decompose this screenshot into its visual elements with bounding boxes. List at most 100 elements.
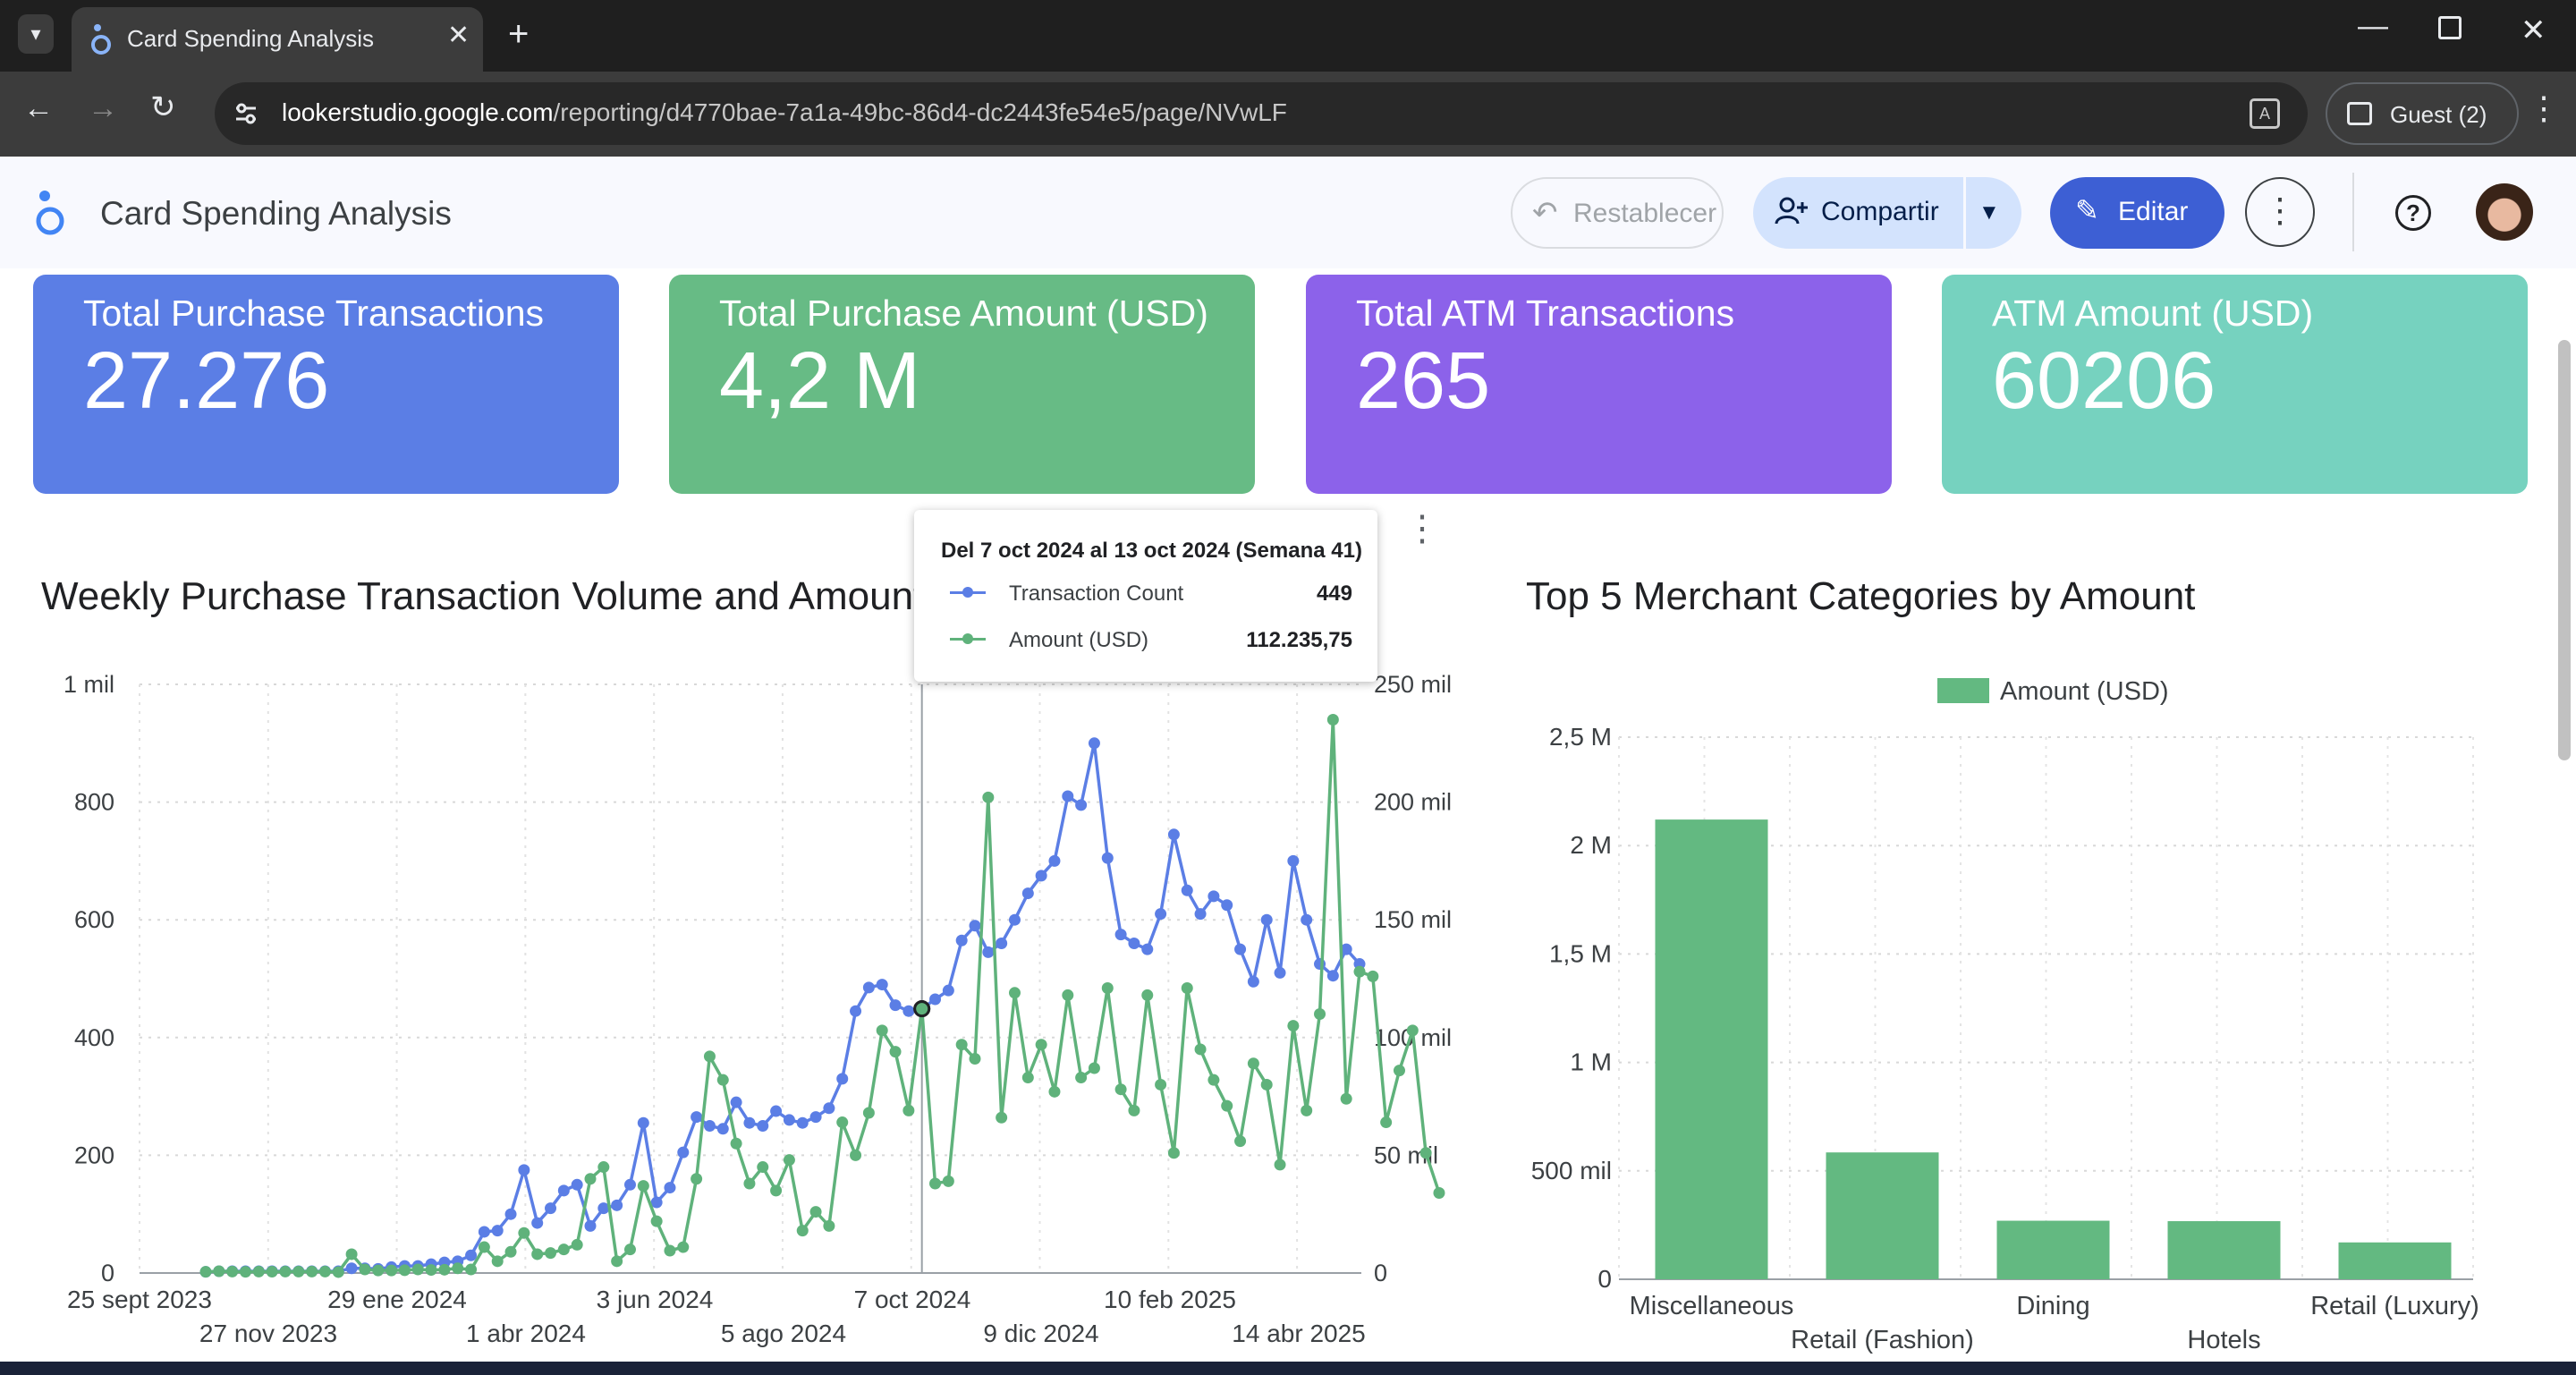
data-point [770,1184,783,1197]
data-point [1247,1057,1259,1070]
data-point [531,1217,544,1229]
tooltip-row-value: 449 [1316,581,1352,606]
data-point [703,1120,716,1132]
more-options-icon[interactable]: ⋮ [2245,177,2315,247]
x-tick-label: 10 feb 2025 [1104,1286,1236,1313]
data-point [1419,1147,1432,1159]
y-tick-label: 0 [1597,1265,1612,1293]
forward-icon[interactable]: → [88,91,118,126]
y-tick-label-left: 400 [74,1024,114,1051]
data-point [836,1116,849,1129]
data-point [902,1104,915,1116]
share-dropdown-button[interactable]: ▼ [1966,177,2021,249]
close-tab-icon[interactable]: ✕ [447,20,470,51]
weekly-line-chart[interactable]: 0 0200 50 mil400 100 mil600 150 mil800 200 mi… [0,662,1503,1360]
y-tick-label-right: 150 mil [1374,906,1452,933]
data-point [1260,913,1273,926]
chart-options-icon[interactable]: ⋮ [1404,508,1440,549]
kpi-card-purchase-transactions[interactable]: Total Purchase Transactions 27.276 [33,275,619,494]
data-point [862,1107,875,1119]
translate-icon[interactable]: A [2250,98,2280,129]
data-point [996,938,1008,950]
os-taskbar [0,1362,2576,1375]
profile-icon [2347,102,2372,125]
bar [2167,1221,2281,1279]
tooltip-row-value: 112.235,75 [1246,628,1352,652]
y-tick-label: 2 M [1570,831,1612,859]
kpi-card-purchase-amount[interactable]: Total Purchase Amount (USD) 4,2 M [669,275,1255,494]
url-path: /reporting/d4770bae-7a1a-49bc-86d4-dc244… [553,98,1287,126]
data-point [545,1247,557,1260]
data-point [557,1184,570,1197]
data-point [836,1073,849,1085]
data-point [1314,1007,1326,1020]
site-info-icon[interactable] [233,100,259,127]
data-point [677,1241,690,1253]
edit-label: Editar [2118,197,2189,226]
minimize-icon[interactable]: — [2358,9,2388,44]
avatar[interactable] [2476,183,2533,241]
reload-icon[interactable]: ↻ [150,89,176,125]
x-tick-label: 5 ago 2024 [721,1320,846,1347]
data-point [677,1146,690,1159]
browser-tab[interactable]: Card Spending Analysis ✕ [72,7,483,72]
data-point [1035,870,1047,882]
kpi-card-atm-amount[interactable]: ATM Amount (USD) 60206 [1942,275,2528,494]
data-point [518,1164,530,1176]
data-point [611,1255,623,1268]
data-point [730,1137,742,1150]
legend-swatch-icon [1937,678,1989,703]
data-point [796,1225,809,1237]
tab-list-icon[interactable]: ▾ [18,14,54,54]
x-tick-label: Retail (Fashion) [1791,1326,1974,1354]
data-point [1021,887,1034,900]
restore-icon[interactable] [2438,16,2462,39]
help-icon[interactable]: ? [2395,195,2431,231]
data-point [478,1241,490,1253]
page-scrollbar[interactable] [2558,340,2571,760]
data-point [1260,1078,1273,1091]
data-point [1406,1024,1419,1037]
y-tick-label-left: 800 [74,789,114,816]
report-title[interactable]: Card Spending Analysis [100,195,452,233]
profile-button[interactable]: Guest (2) [2326,82,2519,145]
data-point [611,1199,623,1211]
kpi-card-atm-transactions[interactable]: Total ATM Transactions 265 [1306,275,1892,494]
data-point [1114,929,1127,941]
data-point [1340,1092,1352,1105]
new-tab-icon[interactable]: + [508,14,529,55]
merchant-bar-chart[interactable]: Amount (USD) 0 500 mil 1 M 1,5 M 2 M 2,5 M Misc… [1503,662,2549,1360]
x-tick-label: 25 sept 2023 [67,1286,212,1313]
data-point [1314,958,1326,971]
data-point [1221,899,1233,912]
data-point [213,1265,225,1277]
share-button[interactable]: Compartir [1753,177,1963,249]
data-point [491,1255,504,1268]
tooltip-series-marker-icon [950,587,986,598]
edit-button[interactable]: ✎ Editar [2050,177,2224,249]
x-tick-label: 14 abr 2025 [1232,1320,1365,1347]
data-point [730,1096,742,1108]
data-point [1008,987,1021,999]
data-point [850,1149,862,1161]
chart-tooltip: Del 7 oct 2024 al 13 oct 2024 (Semana 41… [914,510,1377,682]
reset-button[interactable]: ↶ Restablecer [1511,177,1724,249]
back-icon[interactable]: ← [23,91,54,126]
looker-studio-logo-icon[interactable] [34,188,66,242]
x-tick-label: Miscellaneous [1630,1292,1794,1320]
data-point [597,1161,610,1174]
address-bar[interactable]: lookerstudio.google.com/reporting/d4770b… [215,82,2308,145]
data-point [1088,1062,1100,1074]
data-point [491,1225,504,1237]
data-point [1234,943,1247,955]
close-window-icon[interactable]: ✕ [2521,13,2546,48]
data-point [783,1154,795,1167]
kpi-title: Total Purchase Transactions [83,293,545,334]
data-point [1221,1099,1233,1112]
x-tick-label: Dining [2016,1292,2089,1320]
browser-menu-icon[interactable]: ⋮ [2528,89,2560,127]
data-point [1048,854,1061,867]
data-point [1114,1083,1127,1096]
data-point [332,1266,344,1278]
x-tick-label: 7 oct 2024 [854,1286,971,1313]
